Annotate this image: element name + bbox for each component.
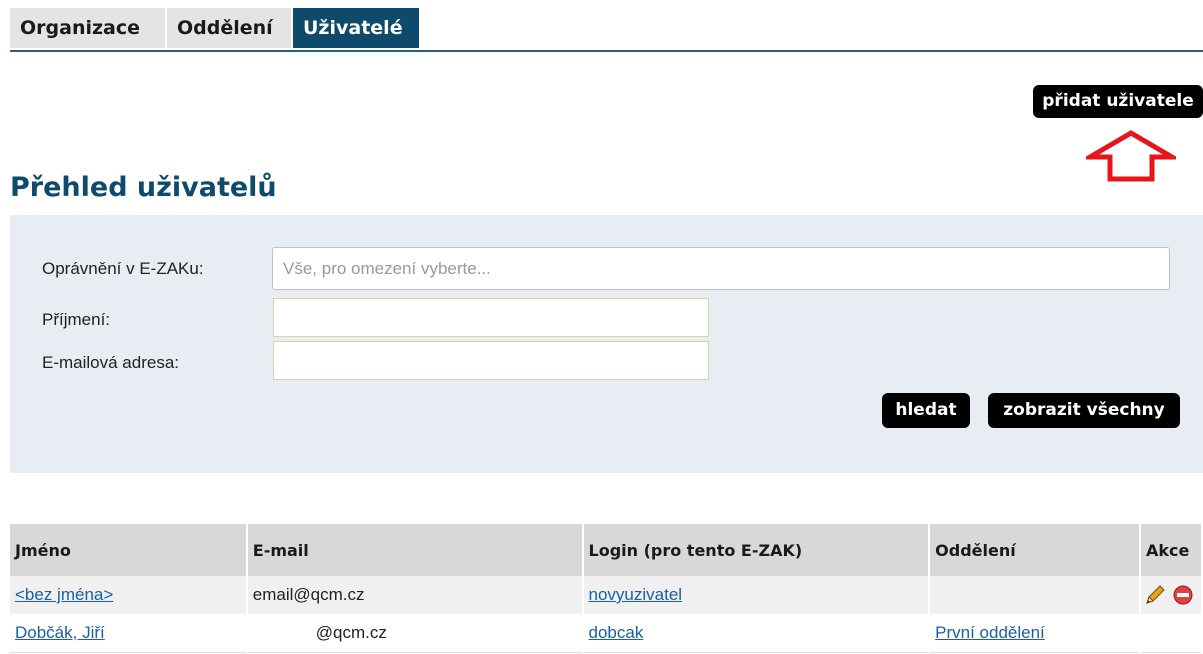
row-actions bbox=[1139, 614, 1203, 653]
column-header-department[interactable]: Oddělení bbox=[929, 524, 1141, 576]
permission-select[interactable]: Vše, pro omezení vyberte... bbox=[272, 247, 1170, 290]
user-login-link[interactable]: novyuzivatel bbox=[589, 585, 683, 604]
user-email: email@qcm.cz bbox=[246, 576, 584, 614]
tab-oddeleni[interactable]: Oddělení bbox=[167, 8, 291, 48]
tab-uzivatele[interactable]: Uživatelé bbox=[293, 8, 419, 48]
email-label: E-mailová adresa: bbox=[42, 353, 180, 372]
add-user-button[interactable]: přidat uživatele bbox=[1033, 85, 1203, 118]
surname-label: Příjmení: bbox=[42, 310, 111, 329]
user-email: @qcm.cz bbox=[246, 614, 584, 653]
column-header-email[interactable]: E-mail bbox=[246, 524, 584, 576]
delete-icon[interactable] bbox=[1172, 584, 1194, 606]
row-actions bbox=[1139, 576, 1203, 614]
user-name-link[interactable]: <bez jména> bbox=[15, 585, 113, 604]
filter-panel: Oprávnění v E-ZAKu: Vše, pro omezení vyb… bbox=[10, 215, 1203, 473]
tab-organizace[interactable]: Organizace bbox=[10, 8, 165, 48]
pencil-icon[interactable] bbox=[1143, 584, 1167, 606]
users-table: Jméno E-mail Login (pro tento E-ZAK) Odd… bbox=[10, 524, 1203, 653]
show-all-button[interactable]: zobrazit všechny bbox=[988, 393, 1180, 428]
search-button[interactable]: hledat bbox=[882, 393, 970, 428]
table-row: Dobčák, Jiří @qcm.cz dobcak První odděle… bbox=[10, 614, 1203, 653]
permission-label: Oprávnění v E-ZAKu: bbox=[42, 259, 204, 278]
email-input[interactable] bbox=[273, 341, 709, 380]
table-row: <bez jména> email@qcm.cz novyuzivatel bbox=[10, 576, 1203, 614]
tab-bar: Organizace Oddělení Uživatelé bbox=[10, 8, 1203, 52]
user-name-link[interactable]: Dobčák, Jiří bbox=[15, 623, 105, 642]
up-arrow-icon bbox=[1086, 130, 1176, 182]
column-header-name[interactable]: Jméno bbox=[10, 524, 248, 576]
user-department-link[interactable]: První oddělení bbox=[935, 623, 1045, 642]
table-header-row: Jméno E-mail Login (pro tento E-ZAK) Odd… bbox=[10, 524, 1203, 576]
page-title: Přehled uživatelů bbox=[10, 172, 277, 203]
user-login-link[interactable]: dobcak bbox=[589, 623, 644, 642]
surname-input[interactable] bbox=[273, 298, 709, 337]
column-header-login[interactable]: Login (pro tento E-ZAK) bbox=[582, 524, 931, 576]
column-header-actions: Akce bbox=[1139, 524, 1203, 576]
